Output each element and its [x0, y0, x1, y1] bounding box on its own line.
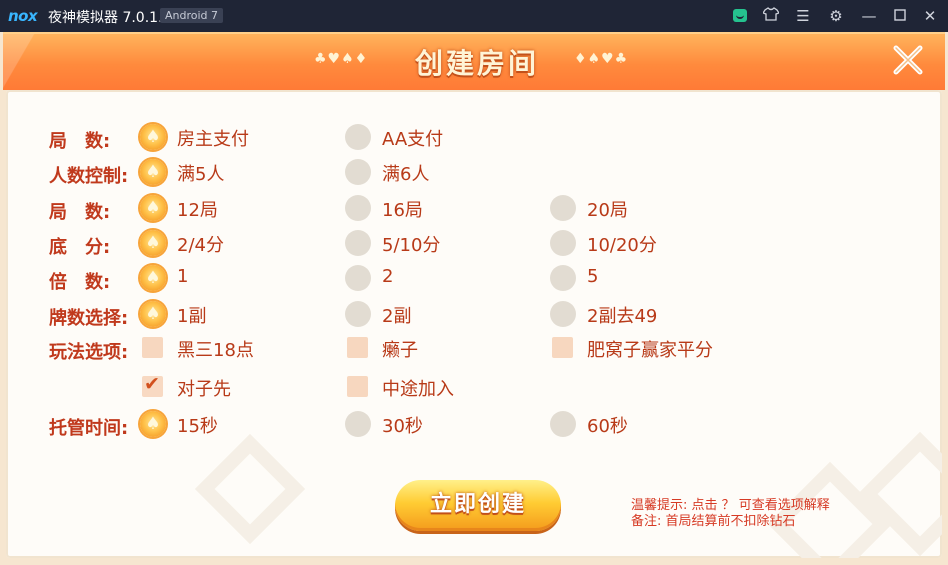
checkbox-icon	[552, 337, 573, 358]
radio-icon	[345, 411, 371, 437]
radio-selected-icon	[140, 230, 166, 256]
shirt-icon[interactable]	[760, 6, 782, 26]
radio-icon	[550, 265, 576, 291]
row-label-fee: 局 数:	[49, 131, 111, 152]
radio-icon	[345, 124, 371, 150]
background-decoration	[194, 433, 306, 545]
header-suits-right: ♦♠♥♣	[574, 51, 629, 67]
maximize-icon[interactable]	[889, 6, 911, 26]
row-label-multiplier: 倍 数:	[49, 272, 111, 293]
store-icon[interactable]	[733, 9, 747, 22]
row-label-base-score: 底 分:	[49, 237, 111, 258]
emulator-titlebar: nox 夜神模拟器 7.0.1.0 Android 7 ☰ ⚙ — ✕	[0, 0, 948, 32]
radio-icon	[345, 301, 371, 327]
radio-selected-icon	[140, 195, 166, 221]
radio-icon	[345, 159, 371, 185]
radio-selected-icon	[140, 301, 166, 327]
row-label-auto-play-time: 托管时间:	[49, 418, 129, 439]
android-version-badge: Android 7	[160, 8, 224, 23]
radio-selected-icon	[140, 124, 166, 150]
minimize-icon[interactable]: —	[858, 6, 880, 26]
radio-selected-icon	[140, 265, 166, 291]
radio-selected-icon	[140, 159, 166, 185]
game-window: ♣♥♠♦ 创建房间 ♦♠♥♣ 局 数: 房主支付 AA支付 人数控制: 满5人 …	[0, 32, 948, 565]
row-label-rounds: 局 数:	[49, 202, 111, 223]
checkbox-icon	[347, 337, 368, 358]
nox-logo: nox	[8, 7, 38, 25]
row-label-players: 人数控制:	[49, 166, 129, 187]
radio-icon	[550, 195, 576, 221]
radio-icon	[550, 411, 576, 437]
menu-icon[interactable]: ☰	[792, 6, 814, 26]
radio-selected-icon	[140, 411, 166, 437]
dialog-title: 创建房间	[414, 47, 539, 80]
close-icon[interactable]: ✕	[919, 6, 941, 26]
note-text: 备注: 首局结算前不扣除钻石	[631, 514, 796, 529]
checkbox-icon	[142, 337, 163, 358]
app-title: 夜神模拟器 7.0.1.0	[48, 10, 172, 26]
gear-icon[interactable]: ⚙	[825, 6, 847, 26]
row-label-rules: 玩法选项:	[49, 342, 129, 363]
radio-icon	[345, 195, 371, 221]
radio-icon	[550, 230, 576, 256]
dialog-close-button[interactable]	[886, 43, 930, 83]
row-label-decks: 牌数选择:	[49, 308, 129, 329]
dialog-header: ♣♥♠♦ 创建房间 ♦♠♥♣	[3, 32, 945, 90]
checkbox-checked-icon	[142, 373, 163, 397]
checkbox-icon	[347, 376, 368, 397]
radio-icon	[345, 265, 371, 291]
close-icon	[893, 45, 923, 75]
radio-icon	[345, 230, 371, 256]
radio-icon	[550, 301, 576, 327]
create-room-button[interactable]: 立即创建	[395, 480, 561, 531]
